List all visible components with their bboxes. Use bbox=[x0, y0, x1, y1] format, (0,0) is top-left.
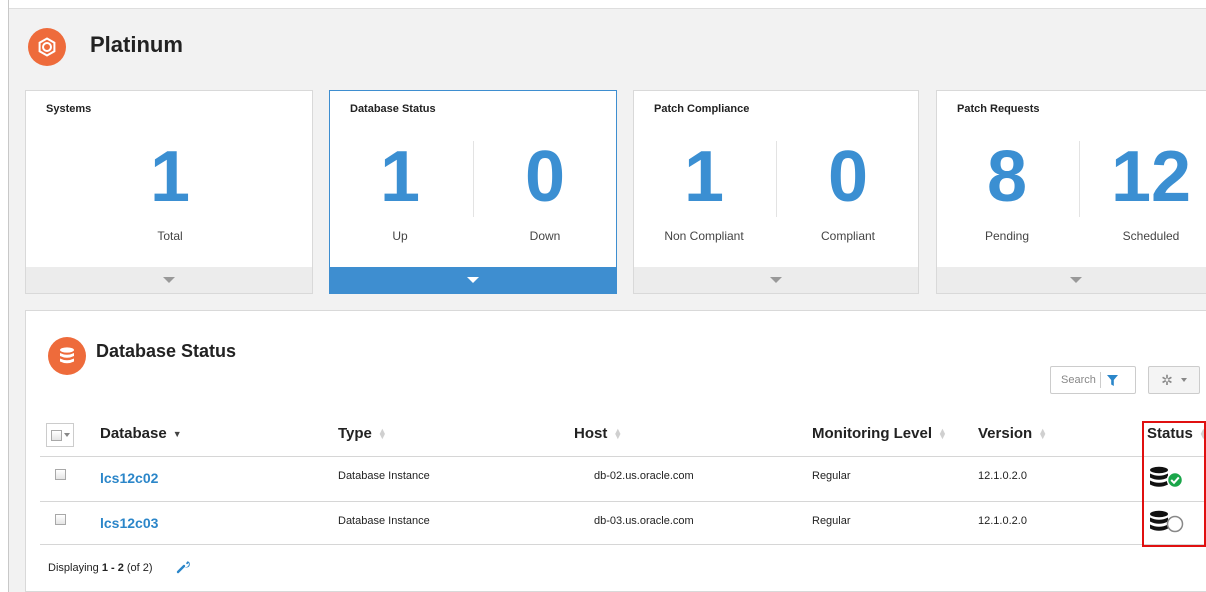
panel-title: Database Status bbox=[96, 341, 237, 361]
card-patch-compliance[interactable]: Patch Compliance 1 Non Compliant 0 Compl… bbox=[633, 90, 919, 294]
metric-value: 12 bbox=[1110, 137, 1192, 217]
metric-value: 8 bbox=[986, 137, 1028, 217]
sort-desc-icon: ▼ bbox=[172, 428, 182, 439]
caret-down-icon bbox=[1180, 378, 1187, 382]
version-cell: 12.1.0.2.0 bbox=[978, 515, 1027, 527]
host-cell: db-02.us.oracle.com bbox=[594, 470, 694, 482]
metric-total: 1 Total bbox=[100, 137, 240, 243]
sort-icon: ▲ ▼ bbox=[613, 425, 623, 441]
column-header-version[interactable]: Version ▲ ▼ bbox=[978, 425, 1047, 442]
type-cell: Database Instance bbox=[338, 470, 430, 482]
metric-label: Pending bbox=[984, 229, 1030, 243]
row-divider bbox=[40, 501, 1206, 502]
metric-value: 1 bbox=[683, 137, 725, 217]
gear-icon: ✲ bbox=[1161, 371, 1173, 388]
separator bbox=[1099, 372, 1101, 388]
left-edge bbox=[0, 0, 9, 592]
metric-label: Non Compliant bbox=[664, 229, 744, 243]
page-header: Platinum bbox=[14, 16, 1206, 80]
metric-label: Down bbox=[529, 229, 561, 243]
host-cell: db-03.us.oracle.com bbox=[594, 515, 694, 527]
card-expand-button[interactable] bbox=[330, 267, 616, 293]
card-title: Patch Requests bbox=[957, 103, 1040, 115]
column-header-type[interactable]: Type ▲ ▼ bbox=[338, 425, 387, 442]
card-expand-button[interactable] bbox=[937, 267, 1206, 293]
column-label: Version bbox=[978, 425, 1033, 442]
sort-icon: ▲ ▼ bbox=[1038, 425, 1048, 441]
header-divider bbox=[40, 456, 1206, 457]
monitoring-cell: Regular bbox=[812, 515, 851, 527]
settings-menu-button[interactable]: ✲ bbox=[1148, 366, 1200, 394]
card-title: Database Status bbox=[350, 103, 436, 115]
metric-divider bbox=[473, 141, 474, 217]
top-edge bbox=[0, 0, 1206, 9]
card-expand-button[interactable] bbox=[26, 267, 312, 293]
pagination-prefix: Displaying bbox=[48, 562, 102, 574]
pagination-suffix: (of 2) bbox=[123, 562, 153, 574]
chevron-down-icon bbox=[163, 277, 175, 283]
row-checkbox[interactable] bbox=[55, 469, 66, 480]
chevron-down-icon bbox=[770, 277, 782, 283]
status-column-highlight bbox=[1142, 421, 1206, 547]
metric-pending: 8 Pending bbox=[937, 137, 1077, 243]
column-label: Host bbox=[574, 425, 608, 442]
row-divider bbox=[40, 544, 1206, 545]
chevron-down-icon bbox=[467, 277, 479, 283]
metric-label: Scheduled bbox=[1122, 229, 1180, 243]
monitoring-cell: Regular bbox=[812, 470, 851, 482]
column-label: Database bbox=[100, 425, 167, 442]
metric-label: Compliant bbox=[820, 229, 876, 243]
type-cell: Database Instance bbox=[338, 515, 430, 527]
page-title: Platinum bbox=[90, 32, 183, 57]
column-label: Monitoring Level bbox=[812, 425, 932, 442]
column-header-database[interactable]: Database ▼ bbox=[100, 425, 182, 442]
version-cell: 12.1.0.2.0 bbox=[978, 470, 1027, 482]
metric-label: Total bbox=[157, 229, 183, 243]
metric-up: 1 Up bbox=[330, 137, 470, 243]
row-checkbox[interactable] bbox=[55, 514, 66, 525]
metric-non-compliant: 1 Non Compliant bbox=[634, 137, 774, 243]
column-header-monitoring-level[interactable]: Monitoring Level ▲ ▼ bbox=[812, 425, 947, 442]
metric-divider bbox=[1079, 141, 1080, 217]
card-title: Systems bbox=[46, 103, 92, 115]
card-patch-requests[interactable]: Patch Requests 8 Pending 12 Scheduled bbox=[936, 90, 1206, 294]
metric-value: 1 bbox=[149, 137, 191, 217]
sort-icon: ▲ ▼ bbox=[938, 425, 947, 441]
metric-divider bbox=[776, 141, 777, 217]
select-all-checkbox[interactable] bbox=[46, 423, 74, 447]
database-status-panel: Database Status Search ✲ Database ▼ Type… bbox=[25, 310, 1206, 592]
database-link[interactable]: lcs12c03 bbox=[100, 515, 158, 531]
checkbox-box bbox=[50, 429, 62, 441]
card-database-status[interactable]: Database Status 1 Up 0 Down bbox=[329, 90, 617, 294]
pagination-summary: Displaying 1 - 2 (of 2) bbox=[48, 562, 153, 574]
metric-compliant: 0 Compliant bbox=[778, 137, 918, 243]
wrench-icon[interactable] bbox=[176, 560, 190, 574]
column-label: Type bbox=[338, 425, 372, 442]
search-input[interactable]: Search bbox=[1050, 366, 1136, 394]
caret-down-icon bbox=[63, 433, 70, 437]
metric-value: 0 bbox=[827, 137, 869, 217]
chevron-down-icon bbox=[1070, 277, 1082, 283]
search-placeholder: Search bbox=[1061, 374, 1096, 386]
card-systems[interactable]: Systems 1 Total bbox=[25, 90, 313, 294]
pagination-range: 1 - 2 bbox=[101, 562, 124, 574]
database-icon bbox=[48, 337, 86, 375]
metric-value: 1 bbox=[379, 137, 421, 217]
metric-scheduled: 12 Scheduled bbox=[1081, 137, 1206, 243]
gear-icon bbox=[28, 28, 66, 66]
sort-icon: ▲ ▼ bbox=[377, 425, 387, 441]
metric-label: Up bbox=[392, 229, 408, 243]
filter-icon[interactable] bbox=[1106, 374, 1118, 386]
database-link[interactable]: lcs12c02 bbox=[100, 470, 158, 486]
metric-value: 0 bbox=[524, 137, 566, 217]
column-header-host[interactable]: Host ▲ ▼ bbox=[574, 425, 622, 442]
card-title: Patch Compliance bbox=[654, 103, 750, 115]
card-expand-button[interactable] bbox=[634, 267, 918, 293]
metric-down: 0 Down bbox=[475, 137, 615, 243]
